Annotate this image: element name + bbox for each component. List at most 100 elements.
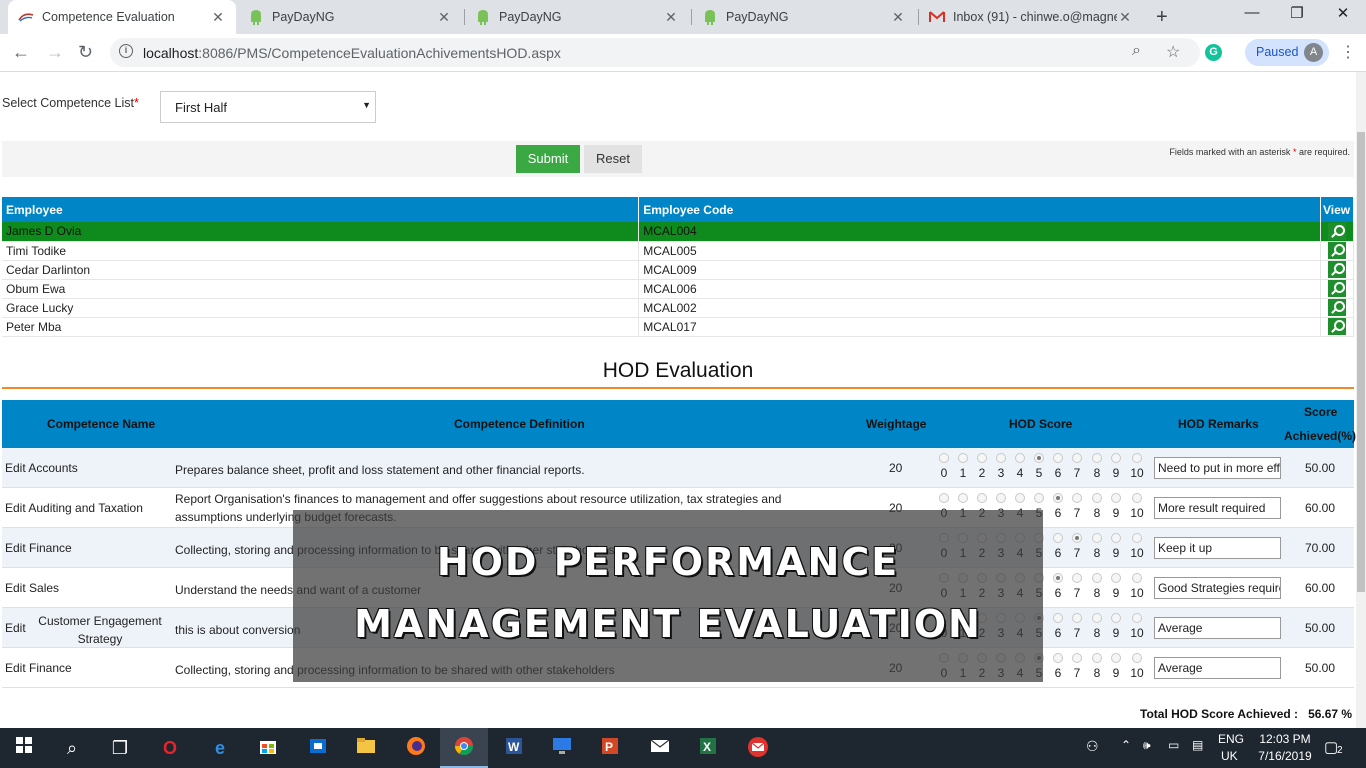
hod-remark-input[interactable]: Average: [1154, 657, 1281, 679]
view-magnifier-icon[interactable]: [1327, 299, 1346, 316]
score-radio-10[interactable]: [1132, 453, 1142, 463]
windows-start-icon[interactable]: [12, 736, 36, 760]
score-radio-3[interactable]: [996, 493, 1006, 503]
table-row[interactable]: James D Ovia MCAL004: [2, 222, 1355, 242]
word-icon[interactable]: W: [502, 736, 526, 760]
score-radio-7[interactable]: [1072, 453, 1082, 463]
score-radio-9[interactable]: [1111, 533, 1121, 543]
score-radio-6[interactable]: [1053, 453, 1063, 463]
score-radio-8[interactable]: [1092, 613, 1102, 623]
score-radio-10[interactable]: [1132, 653, 1142, 663]
competence-name[interactable]: Edit Finance: [5, 661, 72, 675]
score-radio-8[interactable]: [1092, 653, 1102, 663]
people-icon[interactable]: ⚇: [1086, 738, 1099, 755]
close-icon[interactable]: ✕: [210, 9, 226, 26]
remote-connection-icon[interactable]: [550, 736, 574, 760]
score-radio-6[interactable]: [1053, 493, 1063, 503]
score-radio-4[interactable]: [1015, 493, 1025, 503]
competence-name[interactable]: Edit Sales: [5, 581, 59, 595]
hod-remark-input[interactable]: Average: [1154, 617, 1281, 639]
edge-icon[interactable]: e: [208, 736, 232, 760]
scrollbar-thumb[interactable]: [1357, 132, 1365, 592]
score-radio-8[interactable]: [1092, 533, 1102, 543]
score-radio-0[interactable]: [939, 453, 949, 463]
close-icon[interactable]: ✕: [663, 9, 679, 26]
tab-paydayng-1[interactable]: PayDayNG ✕: [238, 0, 462, 34]
language-indicator[interactable]: ENG UK: [1218, 731, 1244, 765]
competence-edit-link[interactable]: Edit: [5, 621, 26, 635]
system-clock[interactable]: 12:03 PM 7/16/2019: [1254, 731, 1316, 765]
new-tab-icon[interactable]: +: [1156, 6, 1168, 29]
score-radio-5[interactable]: [1034, 493, 1044, 503]
score-radio-1[interactable]: [958, 493, 968, 503]
hod-remark-input[interactable]: More result required: [1154, 497, 1281, 519]
bookmark-star-icon[interactable]: ☆: [1166, 42, 1180, 62]
table-row[interactable]: Grace Lucky MCAL002: [2, 298, 1355, 318]
score-radio-7[interactable]: [1072, 613, 1082, 623]
table-row[interactable]: Obum Ewa MCAL006: [2, 279, 1355, 299]
close-icon[interactable]: ✕: [436, 9, 452, 26]
score-radio-9[interactable]: [1111, 573, 1121, 583]
excel-icon[interactable]: X: [696, 736, 720, 760]
hod-remark-input[interactable]: Keep it up: [1154, 537, 1281, 559]
view-magnifier-icon[interactable]: [1327, 222, 1346, 240]
task-view-icon[interactable]: ❐: [108, 736, 132, 760]
view-magnifier-icon[interactable]: [1327, 261, 1346, 278]
grammarly-icon[interactable]: G: [1205, 44, 1222, 61]
store-icon[interactable]: [256, 736, 280, 760]
forward-arrow-icon[interactable]: →: [46, 42, 64, 63]
more-menu-icon[interactable]: ⋮: [1340, 42, 1356, 62]
score-radio-7[interactable]: [1072, 533, 1082, 543]
view-magnifier-icon[interactable]: [1327, 318, 1346, 335]
powerpoint-icon[interactable]: P: [598, 736, 622, 760]
message-icon[interactable]: ▤: [1192, 738, 1203, 752]
close-icon[interactable]: ✕: [1117, 9, 1133, 26]
score-radio-6[interactable]: [1053, 533, 1063, 543]
tab-gmail-inbox[interactable]: Inbox (91) - chinwe.o@magnet ✕: [919, 0, 1143, 34]
firefox-icon[interactable]: [404, 736, 428, 760]
email-client-icon[interactable]: [746, 736, 770, 760]
score-radio-7[interactable]: [1072, 573, 1082, 583]
score-radio-2[interactable]: [977, 453, 987, 463]
view-magnifier-icon[interactable]: [1327, 280, 1346, 297]
page-scrollbar[interactable]: [1356, 72, 1366, 728]
close-icon[interactable]: ✕: [890, 9, 906, 26]
score-radio-8[interactable]: [1092, 453, 1102, 463]
profile-paused-button[interactable]: Paused A: [1245, 39, 1329, 66]
close-window-icon[interactable]: ✕: [1320, 4, 1366, 22]
score-radio-9[interactable]: [1111, 453, 1121, 463]
mail-icon[interactable]: [648, 736, 672, 760]
score-radio-6[interactable]: [1053, 613, 1063, 623]
hod-remark-input[interactable]: Need to put in more effort: [1154, 457, 1281, 479]
opera-icon[interactable]: O: [158, 736, 182, 760]
file-explorer-icon[interactable]: [354, 736, 378, 760]
score-radio-10[interactable]: [1132, 533, 1142, 543]
chevron-up-icon[interactable]: ⌃: [1121, 738, 1131, 752]
score-radio-8[interactable]: [1092, 493, 1102, 503]
site-info-icon[interactable]: i: [119, 44, 133, 58]
table-row[interactable]: Cedar Darlinton MCAL009: [2, 260, 1355, 280]
score-radio-9[interactable]: [1111, 493, 1121, 503]
competence-name[interactable]: Edit Auditing and Taxation: [5, 501, 143, 515]
score-radio-4[interactable]: [1015, 453, 1025, 463]
score-radio-10[interactable]: [1132, 493, 1142, 503]
score-radio-2[interactable]: [977, 493, 987, 503]
zoom-icon[interactable]: ⌕: [1132, 42, 1141, 60]
score-radio-10[interactable]: [1132, 613, 1142, 623]
score-radio-3[interactable]: [996, 453, 1006, 463]
reload-icon[interactable]: ↻: [78, 42, 93, 63]
restore-icon[interactable]: ❐: [1274, 4, 1320, 22]
tab-paydayng-2[interactable]: PayDayNG ✕: [465, 0, 689, 34]
back-arrow-icon[interactable]: ←: [12, 42, 30, 63]
competence-name[interactable]: Edit Accounts: [5, 461, 78, 475]
score-radio-8[interactable]: [1092, 573, 1102, 583]
competence-name[interactable]: Edit Finance: [5, 541, 72, 555]
tab-competence-evaluation[interactable]: Competence Evaluation ✕: [8, 0, 236, 34]
table-row[interactable]: Timi Todike MCAL005: [2, 241, 1355, 261]
address-bar[interactable]: i localhost:8086/PMS/CompetenceEvaluatio…: [110, 38, 1200, 67]
score-radio-1[interactable]: [958, 453, 968, 463]
chrome-icon[interactable]: [452, 736, 476, 760]
score-radio-7[interactable]: [1072, 493, 1082, 503]
score-radio-5[interactable]: [1034, 453, 1044, 463]
view-magnifier-icon[interactable]: [1327, 242, 1346, 259]
